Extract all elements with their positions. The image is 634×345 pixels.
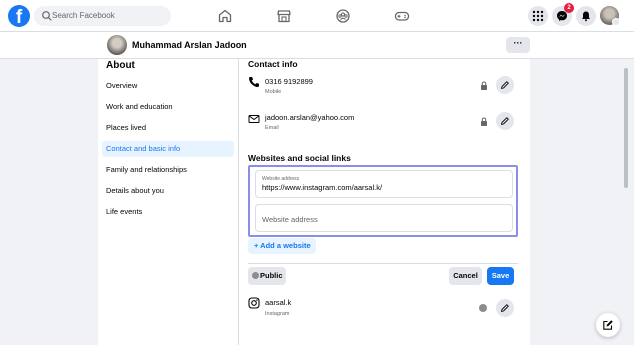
profile-name[interactable]: Muhammad Arslan Jadoon bbox=[132, 40, 247, 50]
website-address-field[interactable]: Website address https://www.instagram.co… bbox=[255, 170, 513, 198]
sidebar-item-contact-and-basic-info[interactable]: Contact and basic info bbox=[102, 141, 234, 157]
new-message-button[interactable] bbox=[596, 313, 620, 337]
website-address-placeholder[interactable]: Website address bbox=[262, 215, 318, 224]
notifications-button[interactable] bbox=[576, 6, 596, 26]
top-navigation-bar: f Search Facebook 2 bbox=[0, 0, 634, 32]
website-fields-group: Website address https://www.instagram.co… bbox=[248, 165, 518, 237]
contact-content: Contact info 0316 9192899 Mobile jadoon.… bbox=[248, 59, 518, 345]
websites-heading: Websites and social links bbox=[248, 153, 351, 163]
phone-type: Mobile bbox=[265, 89, 282, 95]
edit-instagram-button[interactable] bbox=[496, 299, 514, 317]
menu-button[interactable] bbox=[528, 6, 548, 26]
about-title: About bbox=[106, 60, 135, 71]
globe-icon bbox=[252, 272, 259, 279]
notification-badge: 2 bbox=[564, 3, 574, 13]
more-options-button[interactable]: ··· bbox=[506, 37, 530, 53]
add-website-button[interactable]: + Add a website bbox=[248, 238, 316, 254]
profile-avatar[interactable] bbox=[107, 35, 127, 55]
about-panel: About Overview Work and education Places… bbox=[98, 59, 530, 345]
email-address: jadoon.arslan@yahoo.com bbox=[265, 113, 355, 122]
profile-header-bar: Muhammad Arslan Jadoon ··· bbox=[0, 32, 634, 59]
instagram-icon bbox=[248, 297, 260, 309]
account-menu-chevron-icon[interactable] bbox=[612, 18, 620, 26]
instagram-type: Instagram bbox=[265, 311, 290, 317]
phone-number: 0316 9192899 bbox=[265, 77, 313, 86]
bell-icon bbox=[582, 11, 590, 22]
sidebar-item-life-events[interactable]: Life events bbox=[102, 204, 234, 220]
sidebar-item-overview[interactable]: Overview bbox=[102, 78, 234, 94]
search-bar[interactable]: Search Facebook bbox=[34, 6, 171, 26]
pencil-icon bbox=[501, 117, 509, 125]
save-button[interactable]: Save bbox=[487, 267, 514, 285]
pencil-icon bbox=[501, 81, 509, 89]
facebook-logo[interactable]: f bbox=[8, 5, 30, 27]
gaming-icon[interactable] bbox=[394, 8, 410, 24]
website-address-empty-field[interactable]: Website address bbox=[255, 204, 513, 232]
website-address-value[interactable]: https://www.instagram.com/aarsal.k/ bbox=[262, 183, 382, 192]
compose-icon bbox=[603, 320, 613, 330]
sidebar-item-work-and-education[interactable]: Work and education bbox=[102, 99, 234, 115]
cancel-button[interactable]: Cancel bbox=[449, 267, 482, 285]
menu-grid-icon bbox=[532, 10, 544, 22]
sidebar-item-places-lived[interactable]: Places lived bbox=[102, 120, 234, 136]
sidebar-item-details-about-you[interactable]: Details about you bbox=[102, 183, 234, 199]
divider bbox=[248, 263, 518, 264]
marketplace-icon[interactable] bbox=[276, 8, 292, 24]
edit-phone-button[interactable] bbox=[496, 76, 514, 94]
about-sidebar: About Overview Work and education Places… bbox=[98, 59, 239, 345]
instagram-handle: aarsal.k bbox=[265, 298, 292, 307]
public-label: Public bbox=[260, 271, 283, 280]
lock-icon bbox=[481, 117, 487, 126]
scrollbar[interactable] bbox=[624, 68, 628, 188]
groups-icon[interactable] bbox=[335, 8, 351, 24]
edit-email-button[interactable] bbox=[496, 112, 514, 130]
audience-public-button[interactable]: Public bbox=[248, 267, 286, 285]
lock-icon bbox=[481, 81, 487, 90]
email-type: Email bbox=[265, 125, 279, 131]
envelope-icon bbox=[248, 115, 260, 123]
globe-icon bbox=[479, 304, 487, 312]
website-address-label: Website address bbox=[262, 176, 300, 182]
search-placeholder: Search Facebook bbox=[52, 11, 115, 20]
phone-icon bbox=[249, 77, 259, 87]
sidebar-item-family-and-relationships[interactable]: Family and relationships bbox=[102, 162, 234, 178]
contact-info-heading: Contact info bbox=[248, 59, 298, 69]
pencil-icon bbox=[501, 304, 509, 312]
home-icon[interactable] bbox=[217, 8, 233, 24]
